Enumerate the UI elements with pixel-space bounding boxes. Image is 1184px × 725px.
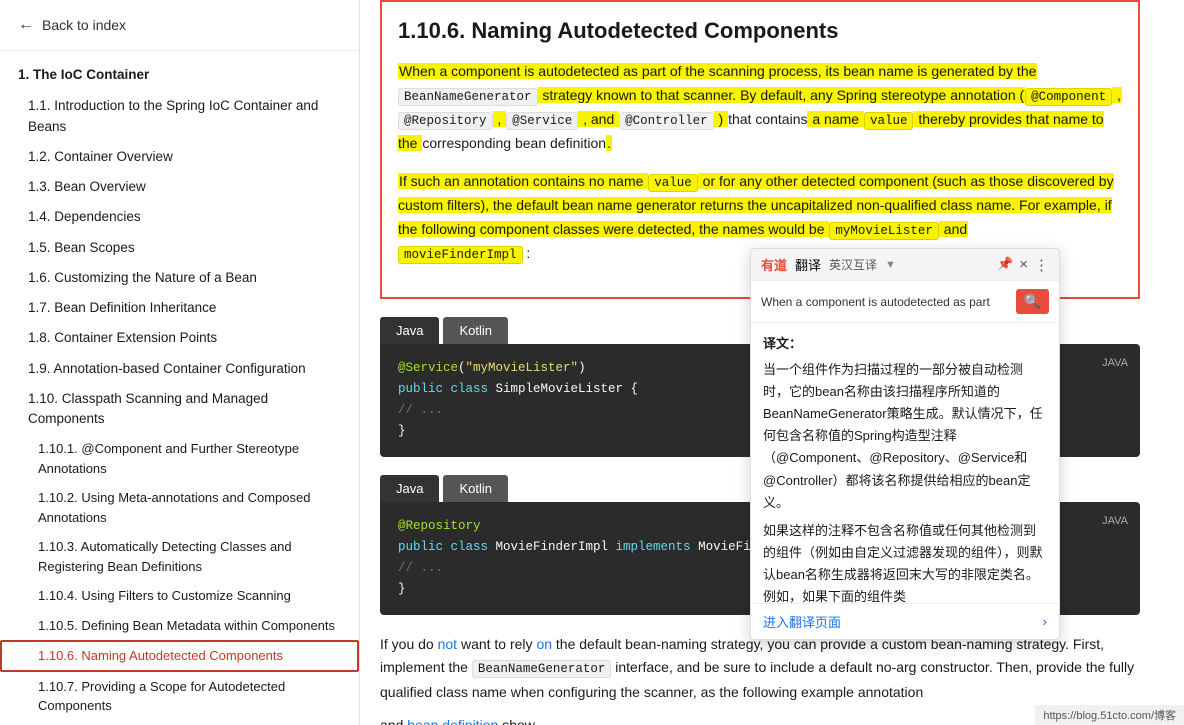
bottom-not-link[interactable]: not [438, 636, 457, 652]
para1-h3: , [1112, 87, 1122, 103]
sidebar-item-container-overview[interactable]: 1.2. Container Overview [0, 142, 359, 172]
popup-translation-title: 译文： [763, 333, 1047, 355]
sidebar: ← Back to index 1. The IoC Container1.1.… [0, 0, 360, 725]
sidebar-item-auto-detecting[interactable]: 1.10.3. Automatically Detecting Classes … [0, 532, 359, 581]
bottom-show: show. [498, 717, 538, 725]
sidebar-item-component-annotations[interactable]: 1.10.1. @Component and Further Stereotyp… [0, 434, 359, 483]
sidebar-item-container-extension[interactable]: 1.8. Container Extension Points [0, 323, 359, 353]
bottom-text1: If you do [380, 636, 438, 652]
popup-translation-para1: 当一个组件作为扫描过程的一部分被自动检测时，它的bean名称由该扫描程序所知道的… [763, 359, 1047, 514]
popup-more-icon[interactable]: ⋮ [1034, 256, 1049, 274]
popup-close-icon[interactable]: × [1019, 256, 1028, 274]
para1-code3: @Repository [398, 112, 493, 130]
popup-header: 有道 翻译 英汉互译 ▼ 📌 × ⋮ [751, 249, 1059, 281]
popup-lang-chevron[interactable]: ▼ [885, 259, 896, 271]
back-arrow-icon: ← [18, 16, 34, 34]
sidebar-item-bean-definition-inheritance[interactable]: 1.7. Bean Definition Inheritance [0, 293, 359, 323]
para1-corresponding: corresponding bean definition [422, 135, 606, 151]
tab-java-1[interactable]: Java [380, 317, 439, 344]
para1-h4: , [493, 111, 507, 127]
para1-h6: ) [714, 111, 728, 127]
para2-code2: myMovieLister [829, 222, 939, 240]
para2-code1: value [648, 174, 698, 192]
para1-that-contains: that contains [728, 111, 807, 127]
bottom-and: and [380, 717, 407, 725]
popup-footer-link[interactable]: 进入翻译页面 [763, 612, 841, 631]
sidebar-item-classpath-scanning[interactable]: 1.10. Classpath Scanning and Managed Com… [0, 384, 359, 435]
para1-h8: . [606, 135, 612, 151]
sidebar-item-ioc-container[interactable]: 1. The IoC Container [0, 59, 359, 91]
sidebar-item-providing-scope[interactable]: 1.10.7. Providing a Scope for Autodetect… [0, 672, 359, 721]
para1-h2: strategy known to that scanner. By defau… [538, 87, 1026, 103]
popup-translation-label: 翻译 [795, 255, 821, 274]
java-label-1: JAVA [1102, 354, 1128, 373]
sidebar-item-customizing-bean[interactable]: 1.6. Customizing the Nature of a Bean [0, 263, 359, 293]
back-to-index-link[interactable]: ← Back to index [0, 0, 359, 51]
para1-code5: @Controller [619, 112, 714, 130]
para1-code6: value [864, 112, 914, 130]
translation-popup: 有道 翻译 英汉互译 ▼ 📌 × ⋮ 🔍 译文： 当一个组件作为扫描过程的一部分… [750, 248, 1060, 640]
sidebar-item-intro-ioc[interactable]: 1.1. Introduction to the Spring IoC Cont… [0, 91, 359, 142]
para1-code2: @Component [1025, 88, 1112, 106]
bottom-paragraph-2: and bean definition show. [380, 714, 1140, 725]
bean-definition-link[interactable]: bean definition [407, 717, 498, 725]
url-bar: https://blog.51cto.com/博客 [1035, 705, 1184, 725]
popup-footer: 进入翻译页面 › [751, 603, 1059, 639]
para1-h5: , and [578, 111, 619, 127]
popup-brand: 有道 [761, 255, 787, 274]
para2-and: and [939, 221, 968, 237]
sidebar-item-dependencies[interactable]: 1.4. Dependencies [0, 202, 359, 232]
java-label-2: JAVA [1102, 512, 1128, 531]
bottom-code1: BeanNameGenerator [472, 660, 612, 678]
tab-kotlin-1[interactable]: Kotlin [443, 317, 508, 344]
section-title: 1.10.6. Naming Autodetected Components [398, 18, 1122, 44]
para2-h1: If such an annotation contains no name [398, 173, 648, 189]
popup-footer-arrow[interactable]: › [1043, 614, 1047, 629]
popup-search-input[interactable] [761, 295, 1010, 309]
sidebar-item-using-filters[interactable]: 1.10.4. Using Filters to Customize Scann… [0, 581, 359, 611]
paragraph-1: When a component is autodetected as part… [398, 60, 1122, 156]
popup-search-bar: 🔍 [751, 281, 1059, 323]
popup-lang-selector[interactable]: 英汉互译 [829, 256, 877, 273]
para1-h6b: a name [807, 111, 863, 127]
para1-code4: @Service [506, 112, 578, 130]
bottom-on-link[interactable]: on [536, 636, 552, 652]
sidebar-item-annotation-based[interactable]: 1.9. Annotation-based Container Configur… [0, 354, 359, 384]
para1-h1: When a component is autodetected as part… [398, 63, 1037, 79]
para1-code1: BeanNameGenerator [398, 88, 538, 106]
para2-colon: : [523, 245, 531, 261]
sidebar-item-bean-scopes[interactable]: 1.5. Bean Scopes [0, 233, 359, 263]
back-label: Back to index [42, 17, 126, 33]
bottom-paragraph: If you do not want to rely on the defaul… [380, 633, 1140, 705]
sidebar-item-providing-qualifier[interactable]: 1.10.8. Providing Qualifier Metadata... [0, 721, 359, 725]
para2-code3: movieFinderImpl [398, 246, 523, 264]
popup-translation-content: 译文： 当一个组件作为扫描过程的一部分被自动检测时，它的bean名称由该扫描程序… [751, 323, 1059, 603]
bottom-text2: want to rely [457, 636, 536, 652]
sidebar-item-bean-metadata[interactable]: 1.10.5. Defining Bean Metadata within Co… [0, 611, 359, 641]
popup-translation-para2: 如果这样的注释不包含名称值或任何其他检测到的组件（例如由自定义过滤器发现的组件）… [763, 520, 1047, 603]
tab-java-2[interactable]: Java [380, 475, 439, 502]
main-content: 1.10.6. Naming Autodetected Components W… [360, 0, 1184, 725]
nav-section: 1. The IoC Container1.1. Introduction to… [0, 51, 359, 725]
sidebar-item-naming-autodetected[interactable]: 1.10.6. Naming Autodetected Components [0, 640, 359, 672]
popup-icons: 📌 × ⋮ [997, 256, 1049, 274]
sidebar-item-bean-overview[interactable]: 1.3. Bean Overview [0, 172, 359, 202]
sidebar-item-meta-annotations[interactable]: 1.10.2. Using Meta-annotations and Compo… [0, 483, 359, 532]
popup-pin-icon[interactable]: 📌 [997, 256, 1013, 274]
tab-kotlin-2[interactable]: Kotlin [443, 475, 508, 502]
popup-search-button[interactable]: 🔍 [1016, 289, 1049, 314]
